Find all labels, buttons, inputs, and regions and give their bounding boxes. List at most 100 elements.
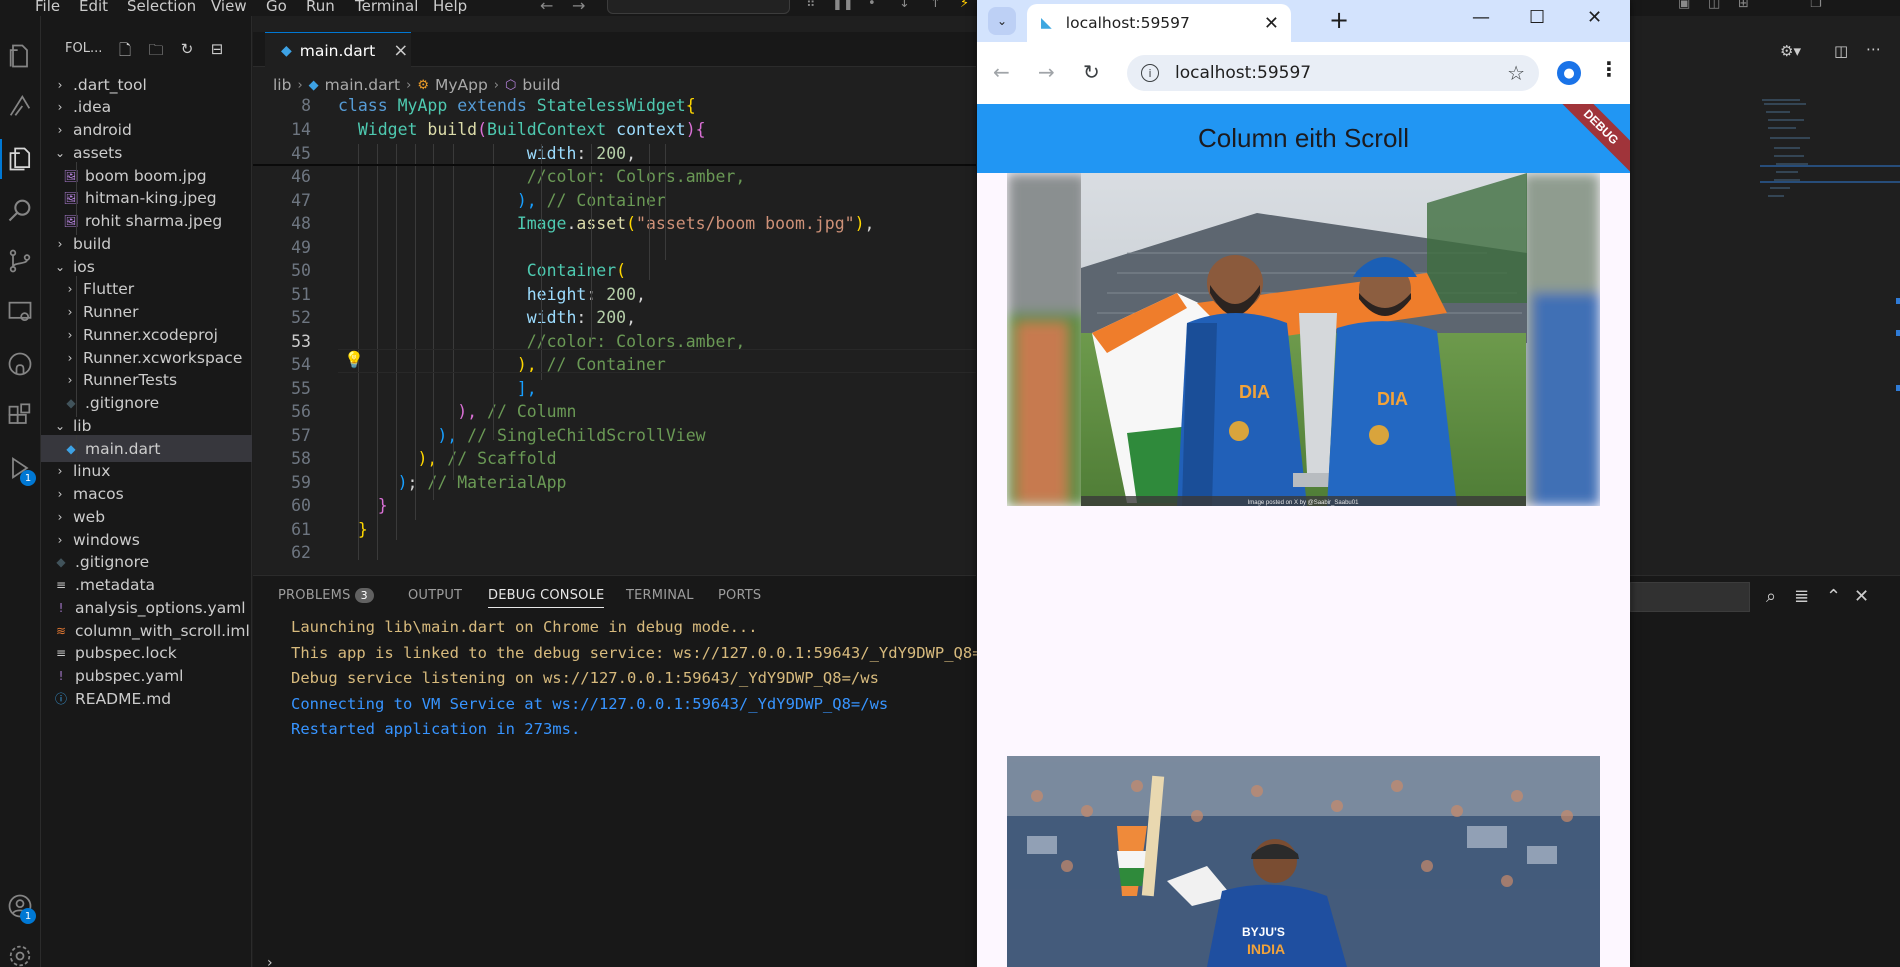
site-info-icon[interactable]: i bbox=[1141, 64, 1159, 82]
forward-arrow-icon[interactable]: → bbox=[1038, 60, 1055, 84]
code-line[interactable]: 50 Container( bbox=[253, 261, 976, 285]
menu-terminal[interactable]: Terminal bbox=[355, 0, 418, 15]
code-line[interactable]: 46 //color: Colors.amber, bbox=[253, 167, 976, 191]
browser-tab[interactable]: ◣ localhost:59597 ✕ bbox=[1027, 4, 1291, 42]
tab-main-dart[interactable]: ◆ main.dart × bbox=[265, 32, 411, 68]
console-filter-input[interactable] bbox=[1630, 582, 1750, 612]
tab-label: main.dart bbox=[299, 41, 376, 60]
code-line[interactable]: 57 ), // SingleChildScrollView bbox=[253, 426, 976, 450]
forward-arrow-icon[interactable]: → bbox=[572, 0, 585, 15]
menu-view[interactable]: View bbox=[211, 0, 247, 15]
maximize-window-icon[interactable]: ☐ bbox=[1529, 7, 1545, 28]
console-prompt-chevron-icon[interactable]: › bbox=[267, 955, 273, 967]
chevron-right-icon: › bbox=[67, 350, 73, 365]
manage-gear-icon[interactable] bbox=[0, 936, 40, 967]
split-editor-icon[interactable]: ◫ bbox=[1834, 42, 1848, 60]
code-line[interactable]: 51 height: 200, bbox=[253, 285, 976, 309]
code-line[interactable]: 52 width: 200, bbox=[253, 308, 976, 332]
code-line[interactable]: 59 ); // MaterialApp bbox=[253, 473, 976, 497]
code-line[interactable]: 48 Image.asset("assets/boom boom.jpg"), bbox=[253, 214, 976, 238]
address-bar[interactable]: i localhost:59597 ☆ bbox=[1127, 55, 1539, 91]
breadcrumb-class[interactable]: MyApp bbox=[435, 76, 488, 94]
debug-step-over-icon[interactable]: • bbox=[868, 0, 876, 11]
bookmark-star-icon[interactable]: ☆ bbox=[1507, 61, 1525, 85]
search-icon[interactable] bbox=[0, 190, 40, 230]
debug-step-into-icon[interactable]: ↓ bbox=[899, 0, 910, 11]
explorer-icon[interactable] bbox=[0, 36, 40, 76]
lightbulb-icon[interactable]: 💡 bbox=[344, 350, 364, 369]
toggle-sidebar-icon[interactable]: ▣ bbox=[1678, 0, 1690, 11]
sticky-scroll-line[interactable]: 14 Widget build(BuildContext context){ bbox=[253, 119, 976, 144]
new-folder-icon[interactable]: 🗀 bbox=[146, 40, 166, 60]
menu-go[interactable]: Go bbox=[266, 0, 287, 15]
search-icon[interactable]: ⌕ bbox=[1766, 586, 1776, 607]
extensions-icon[interactable] bbox=[0, 396, 40, 436]
collapse-all-icon[interactable]: ⊟ bbox=[207, 40, 227, 60]
close-window-icon[interactable]: ✕ bbox=[1587, 7, 1602, 28]
restore-window-icon[interactable]: ❐ bbox=[1810, 0, 1822, 11]
tab-search-chevron-icon[interactable]: ⌄ bbox=[988, 7, 1016, 35]
breadcrumb-file[interactable]: main.dart bbox=[325, 76, 400, 94]
source-control-icon[interactable] bbox=[0, 241, 40, 281]
code-line[interactable]: 58 ), // Scaffold bbox=[253, 449, 976, 473]
github-icon[interactable] bbox=[0, 344, 40, 384]
menu-edit[interactable]: Edit bbox=[79, 0, 108, 15]
tab-debug-console[interactable]: DEBUG CONSOLE bbox=[488, 588, 605, 608]
minimap[interactable] bbox=[1760, 90, 1900, 220]
code-line[interactable]: 47 ), // Container bbox=[253, 191, 976, 215]
toggle-panel-icon[interactable]: ◫ bbox=[1708, 0, 1720, 11]
tab-problems[interactable]: PROBLEMS 3 bbox=[278, 588, 374, 603]
code-line[interactable]: 61 } bbox=[253, 520, 976, 544]
debug-toolbar-grip-icon[interactable]: ⠿ bbox=[806, 0, 816, 11]
menu-help[interactable]: Help bbox=[433, 0, 467, 15]
code-text: Image.asset("assets/boom boom.jpg"), bbox=[338, 214, 875, 233]
debug-step-out-icon[interactable]: ↑ bbox=[930, 0, 941, 11]
hot-reload-icon[interactable]: ⚡ bbox=[960, 0, 969, 11]
clear-console-icon[interactable]: ≣ bbox=[1794, 586, 1809, 607]
run-debug-icon[interactable]: 1 bbox=[0, 448, 40, 488]
browser-tab-title: localhost:59597 bbox=[1065, 14, 1190, 32]
accounts-icon[interactable]: 1 bbox=[0, 886, 40, 926]
code-line[interactable]: 55 ], bbox=[253, 379, 976, 403]
refresh-icon[interactable]: ↻ bbox=[177, 40, 197, 60]
code-line[interactable]: 49 bbox=[253, 238, 976, 262]
back-arrow-icon[interactable]: ← bbox=[540, 0, 553, 15]
new-file-icon[interactable]: 🗋 bbox=[115, 40, 135, 60]
tab-terminal[interactable]: TERMINAL bbox=[626, 588, 694, 603]
menu-selection[interactable]: Selection bbox=[127, 0, 196, 15]
code-line[interactable]: 60 } bbox=[253, 496, 976, 520]
tree-item[interactable]: ⓘ README.md bbox=[41, 685, 252, 712]
profile-avatar-icon[interactable]: ● bbox=[1557, 61, 1581, 85]
line-number: 49 bbox=[291, 237, 311, 257]
code-line[interactable]: 56 ), // Column bbox=[253, 402, 976, 426]
iml-file-icon: ≋ bbox=[55, 623, 67, 638]
command-center[interactable] bbox=[607, 0, 790, 14]
minimize-window-icon[interactable]: — bbox=[1472, 7, 1490, 28]
breadcrumb-method[interactable]: build bbox=[522, 76, 560, 94]
menu-file[interactable]: File bbox=[35, 0, 60, 15]
sticky-scroll-line[interactable]: 8 class MyApp extends StatelessWidget{ bbox=[253, 96, 976, 120]
debug-pause-icon[interactable]: ❚❚ bbox=[832, 0, 854, 11]
back-arrow-icon[interactable]: ← bbox=[993, 60, 1010, 84]
source-control-graph-icon[interactable] bbox=[0, 86, 40, 126]
breadcrumb-lib[interactable]: lib bbox=[273, 76, 291, 94]
close-tab-icon[interactable]: × bbox=[393, 40, 408, 61]
new-tab-plus-icon[interactable]: + bbox=[1329, 6, 1349, 34]
remote-explorer-icon[interactable] bbox=[0, 292, 40, 332]
code-line[interactable]: 62 bbox=[253, 543, 976, 567]
chrome-menu-icon[interactable]: ⋮ bbox=[1599, 57, 1619, 81]
code-text: class MyApp extends StatelessWidget{ bbox=[338, 96, 696, 115]
close-panel-icon[interactable]: ✕ bbox=[1854, 586, 1869, 607]
flutter-favicon-icon: ◣ bbox=[1041, 15, 1052, 31]
close-browser-tab-icon[interactable]: ✕ bbox=[1264, 13, 1279, 34]
menu-run[interactable]: Run bbox=[306, 0, 335, 15]
customize-layout-icon[interactable]: ⊞ bbox=[1738, 0, 1749, 11]
explorer-active-icon[interactable] bbox=[0, 139, 40, 179]
reload-icon[interactable]: ↻ bbox=[1083, 60, 1100, 84]
more-actions-icon[interactable]: ⋯ bbox=[1866, 40, 1881, 58]
tab-ports[interactable]: PORTS bbox=[718, 588, 761, 603]
maximize-panel-icon[interactable]: ⌃ bbox=[1826, 586, 1841, 607]
tab-output[interactable]: OUTPUT bbox=[408, 588, 462, 603]
run-debug-dropdown-icon[interactable]: ⚙▾ bbox=[1780, 42, 1801, 60]
